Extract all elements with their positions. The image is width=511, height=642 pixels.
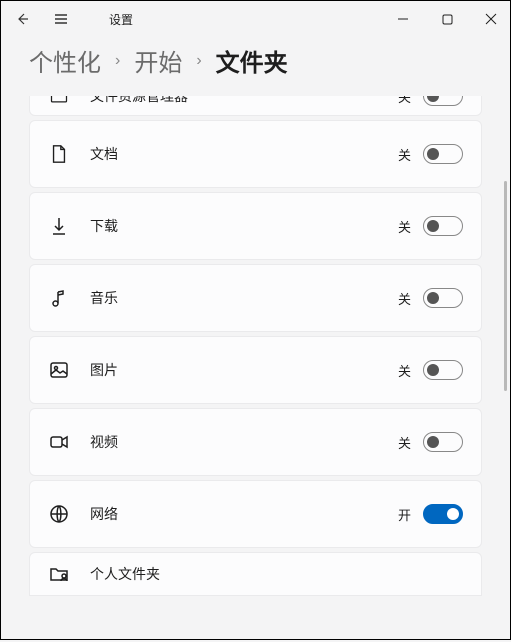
breadcrumb: 个性化 › 开始 › 文件夹	[1, 37, 510, 96]
picture-icon	[48, 359, 70, 381]
row-label: 网络	[90, 504, 398, 524]
breadcrumb-start[interactable]: 开始	[134, 43, 182, 78]
breadcrumb-current: 文件夹	[216, 43, 288, 78]
row-network[interactable]: 网络 开	[29, 480, 482, 548]
row-state: 关	[398, 217, 411, 236]
app-title: 设置	[109, 11, 133, 28]
breadcrumb-personalization[interactable]: 个性化	[29, 43, 101, 78]
row-label: 文档	[90, 144, 398, 164]
music-icon	[48, 287, 70, 309]
row-personal-folder[interactable]: 个人文件夹	[29, 552, 482, 596]
toggle-downloads[interactable]	[423, 216, 463, 236]
row-label: 个人文件夹	[90, 564, 463, 584]
row-label: 图片	[90, 360, 398, 380]
chevron-right-icon: ›	[196, 52, 201, 70]
download-icon	[48, 215, 70, 237]
row-state: 关	[398, 289, 411, 308]
title-bar: 设置	[1, 1, 510, 37]
settings-list: 文件资源管理器 关 文档 关 下载 关 音乐 关 图片 关	[1, 96, 510, 642]
row-documents[interactable]: 文档 关	[29, 120, 482, 188]
menu-button[interactable]	[51, 9, 71, 29]
row-file-explorer[interactable]: 文件资源管理器 关	[29, 96, 482, 116]
document-icon	[48, 143, 70, 165]
row-music[interactable]: 音乐 关	[29, 264, 482, 332]
row-state: 关	[398, 145, 411, 164]
video-icon	[48, 431, 70, 453]
toggle-videos[interactable]	[423, 432, 463, 452]
close-button[interactable]	[484, 12, 498, 26]
row-state: 关	[398, 361, 411, 380]
row-pictures[interactable]: 图片 关	[29, 336, 482, 404]
toggle-pictures[interactable]	[423, 360, 463, 380]
toggle-file-explorer[interactable]	[423, 96, 463, 106]
toggle-documents[interactable]	[423, 144, 463, 164]
personal-folder-icon	[48, 563, 70, 585]
row-state: 关	[398, 96, 411, 106]
row-state: 关	[398, 433, 411, 452]
chevron-right-icon: ›	[115, 52, 120, 70]
minimize-button[interactable]	[396, 12, 410, 26]
toggle-network[interactable]	[423, 504, 463, 524]
row-label: 音乐	[90, 288, 398, 308]
toggle-music[interactable]	[423, 288, 463, 308]
row-label: 下载	[90, 216, 398, 236]
back-button[interactable]	[13, 9, 33, 29]
row-downloads[interactable]: 下载 关	[29, 192, 482, 260]
network-icon	[48, 503, 70, 525]
row-state: 开	[398, 505, 411, 524]
row-label: 视频	[90, 432, 398, 452]
maximize-button[interactable]	[440, 12, 454, 26]
row-videos[interactable]: 视频 关	[29, 408, 482, 476]
file-explorer-icon	[48, 96, 70, 107]
scrollbar[interactable]	[504, 181, 507, 391]
row-label: 文件资源管理器	[90, 96, 398, 106]
